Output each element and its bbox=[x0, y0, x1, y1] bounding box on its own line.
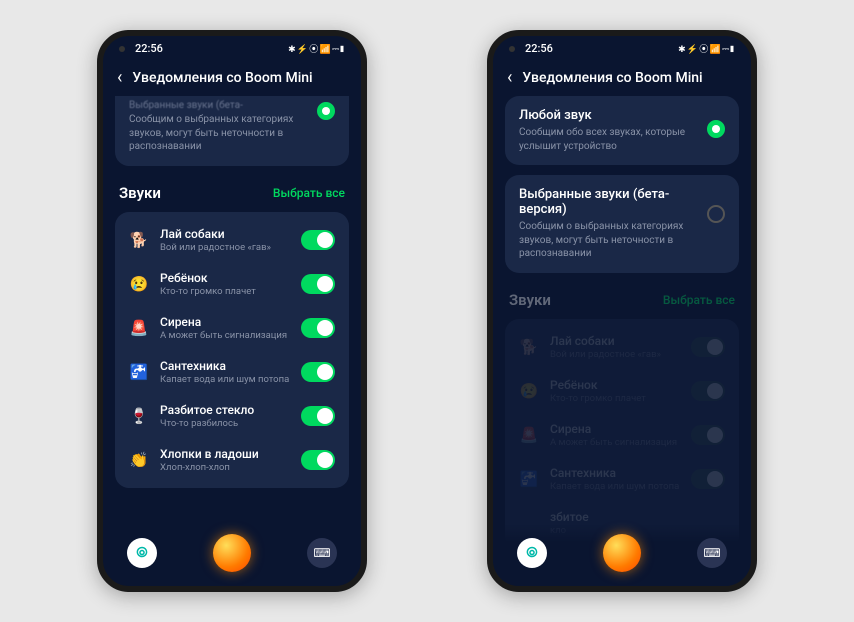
item-title: Ребёнок bbox=[550, 378, 680, 392]
sounds-list: 🐕 Лай собаки Вой или радостное «гав» 😢 Р… bbox=[115, 212, 349, 488]
header: ‹ Уведомления со Boom Mini bbox=[103, 59, 361, 96]
item-title: Разбитое стекло bbox=[160, 403, 290, 417]
dog-icon: 🐕 bbox=[519, 337, 539, 357]
item-title: збитое bbox=[550, 510, 725, 524]
item-sub: Что-то разбилось bbox=[160, 418, 290, 429]
item-title: Сирена bbox=[160, 315, 290, 329]
select-all-link: Выбрать все bbox=[663, 293, 735, 307]
option-title: Выбранные звуки (бета-версия) bbox=[519, 187, 697, 217]
item-sub: Кто-то громко плачет bbox=[550, 393, 680, 404]
item-title: Хлопки в ладоши bbox=[160, 447, 290, 461]
back-icon[interactable]: ‹ bbox=[507, 67, 512, 88]
content: Выбранные звуки (бета- Сообщим о выбранн… bbox=[103, 96, 361, 524]
list-item[interactable]: 👏 Хлопки в ладоши Хлоп-хлоп-хлоп bbox=[115, 438, 349, 482]
broadcast-icon[interactable]: ⦾ bbox=[127, 538, 157, 568]
section-title: Звуки bbox=[119, 184, 161, 202]
option-card-selected-sounds[interactable]: Выбранные звуки (бета-версия) Сообщим о … bbox=[505, 175, 739, 273]
toggle-switch[interactable] bbox=[301, 274, 335, 294]
item-sub: Кто-то громко плачет bbox=[160, 286, 290, 297]
item-title: Лай собаки bbox=[550, 334, 680, 348]
toggle-switch bbox=[691, 337, 725, 357]
keyboard-icon[interactable]: ⌨ bbox=[307, 538, 337, 568]
item-sub: Хлоп-хлоп-хлоп bbox=[160, 462, 290, 473]
list-item[interactable]: 😢 Ребёнок Кто-то громко плачет bbox=[115, 262, 349, 306]
status-time: 22:56 bbox=[135, 42, 163, 55]
toggle-switch[interactable] bbox=[301, 318, 335, 338]
item-title: Сантехника bbox=[550, 466, 680, 480]
item-sub: А может быть сигнализация bbox=[550, 437, 680, 448]
status-bar: 22:56 ✱ ⚡ ⦿ 📶 ⎓▮ bbox=[493, 36, 751, 59]
assistant-orb-icon[interactable] bbox=[603, 534, 641, 572]
item-sub: Вой или радостное «гав» bbox=[550, 349, 680, 360]
list-item: 🐕 Лай собаки Вой или радостное «гав» bbox=[505, 325, 739, 369]
list-item: 🚨 Сирена А может быть сигнализация bbox=[505, 413, 739, 457]
section-header: Звуки Выбрать все bbox=[115, 176, 349, 212]
select-all-link[interactable]: Выбрать все bbox=[273, 186, 345, 200]
option-card-any-sound[interactable]: Любой звук Сообщим обо всех звуках, кото… bbox=[505, 96, 739, 165]
clap-icon: 👏 bbox=[129, 450, 149, 470]
toggle-switch[interactable] bbox=[301, 230, 335, 250]
toggle-switch bbox=[691, 469, 725, 489]
phone-left: 22:56 ✱ ⚡ ⦿ 📶 ⎓▮ ‹ Уведомления со Boom M… bbox=[97, 30, 367, 592]
page-title: Уведомления со Boom Mini bbox=[132, 70, 312, 86]
bottom-bar: ⦾ ⌨ bbox=[103, 524, 361, 586]
camera-dot bbox=[509, 46, 515, 52]
section-header: Звуки Выбрать все bbox=[505, 283, 739, 319]
phone-right: 22:56 ✱ ⚡ ⦿ 📶 ⎓▮ ‹ Уведомления со Boom M… bbox=[487, 30, 757, 592]
content: Любой звук Сообщим обо всех звуках, кото… bbox=[493, 96, 751, 586]
list-item: 😢 Ребёнок Кто-то громко плачет bbox=[505, 369, 739, 413]
option-title: Любой звук bbox=[519, 108, 697, 123]
radio-selected-icon[interactable] bbox=[707, 120, 725, 138]
dimmed-section: Звуки Выбрать все 🐕 Лай собаки Вой или р… bbox=[505, 283, 739, 551]
siren-icon: 🚨 bbox=[129, 318, 149, 338]
item-sub: Вой или радостное «гав» bbox=[160, 242, 290, 253]
option-sub: Сообщим о выбранных категориях звуков, м… bbox=[129, 113, 307, 154]
option-sub: Сообщим обо всех звуках, которые услышит… bbox=[519, 126, 697, 153]
assistant-orb-icon[interactable] bbox=[213, 534, 251, 572]
list-item[interactable]: 🐕 Лай собаки Вой или радостное «гав» bbox=[115, 218, 349, 262]
dog-icon: 🐕 bbox=[129, 230, 149, 250]
list-item[interactable]: 🚨 Сирена А может быть сигнализация bbox=[115, 306, 349, 350]
siren-icon: 🚨 bbox=[519, 425, 539, 445]
radio-unselected-icon[interactable] bbox=[707, 205, 725, 223]
list-item[interactable]: 🍷 Разбитое стекло Что-то разбилось bbox=[115, 394, 349, 438]
item-title: Ребёнок bbox=[160, 271, 290, 285]
status-icons: ✱ ⚡ ⦿ 📶 ⎓▮ bbox=[678, 42, 735, 55]
status-time: 22:56 bbox=[525, 42, 553, 55]
toggle-switch[interactable] bbox=[301, 406, 335, 426]
item-title: Сирена bbox=[550, 422, 680, 436]
baby-icon: 😢 bbox=[129, 274, 149, 294]
page-title: Уведомления со Boom Mini bbox=[522, 70, 702, 86]
list-item: 🚰 Сантехника Капает вода или шум потопа bbox=[505, 457, 739, 501]
toggle-switch[interactable] bbox=[301, 362, 335, 382]
toggle-switch bbox=[691, 381, 725, 401]
header: ‹ Уведомления со Boom Mini bbox=[493, 59, 751, 96]
bottom-bar: ⦾ ⌨ bbox=[493, 524, 751, 586]
glass-icon: 🍷 bbox=[129, 406, 149, 426]
status-icons: ✱ ⚡ ⦿ 📶 ⎓▮ bbox=[288, 42, 345, 55]
option-card-selected-sounds[interactable]: Выбранные звуки (бета- Сообщим о выбранн… bbox=[115, 96, 349, 166]
item-title: Сантехника bbox=[160, 359, 290, 373]
plumbing-icon: 🚰 bbox=[519, 469, 539, 489]
status-bar: 22:56 ✱ ⚡ ⦿ 📶 ⎓▮ bbox=[103, 36, 361, 59]
section-title: Звуки bbox=[509, 291, 551, 309]
item-sub: Капает вода или шум потопа bbox=[550, 481, 680, 492]
partial-title-hint: Выбранные звуки (бета- bbox=[129, 100, 307, 111]
sounds-list: 🐕 Лай собаки Вой или радостное «гав» 😢 Р… bbox=[505, 319, 739, 551]
option-sub: Сообщим о выбранных категориях звуков, м… bbox=[519, 220, 697, 261]
item-sub: А может быть сигнализация bbox=[160, 330, 290, 341]
item-title: Лай собаки bbox=[160, 227, 290, 241]
toggle-switch[interactable] bbox=[301, 450, 335, 470]
list-item[interactable]: 🚰 Сантехника Капает вода или шум потопа bbox=[115, 350, 349, 394]
broadcast-icon[interactable]: ⦾ bbox=[517, 538, 547, 568]
radio-selected-icon[interactable] bbox=[317, 102, 335, 120]
baby-icon: 😢 bbox=[519, 381, 539, 401]
toggle-switch bbox=[691, 425, 725, 445]
camera-dot bbox=[119, 46, 125, 52]
plumbing-icon: 🚰 bbox=[129, 362, 149, 382]
keyboard-icon[interactable]: ⌨ bbox=[697, 538, 727, 568]
back-icon[interactable]: ‹ bbox=[117, 67, 122, 88]
item-sub: Капает вода или шум потопа bbox=[160, 374, 290, 385]
